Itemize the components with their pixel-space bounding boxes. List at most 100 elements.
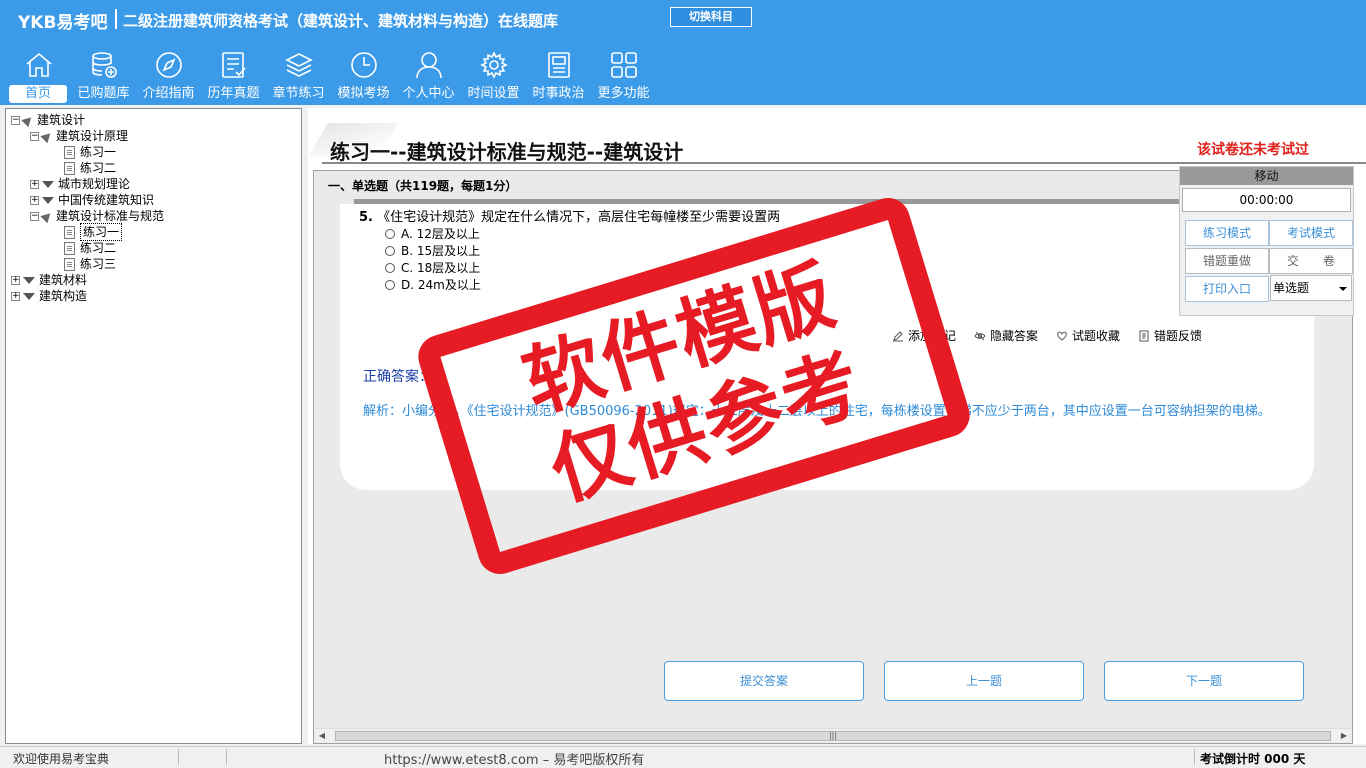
tree-leaf-exercise[interactable]: 练习三 bbox=[64, 256, 116, 272]
heart-icon bbox=[1057, 331, 1067, 341]
document-icon bbox=[64, 161, 75, 175]
tree-node-label: 建筑设计 bbox=[37, 113, 86, 127]
home-icon bbox=[25, 52, 52, 77]
brand-divider bbox=[115, 9, 117, 29]
scroll-right-icon[interactable]: ▶ bbox=[1337, 729, 1351, 743]
option-d[interactable]: D. 24m及以上 bbox=[385, 276, 481, 293]
document-icon bbox=[64, 241, 75, 255]
tree-node-label: 练习二 bbox=[80, 161, 117, 175]
panel-drag-handle[interactable]: 移动 bbox=[1180, 167, 1353, 185]
nav-more[interactable]: 更多功能 bbox=[591, 46, 656, 104]
nav-guide[interactable]: 介绍指南 bbox=[136, 46, 201, 104]
next-question-button[interactable]: 下一题 bbox=[1104, 661, 1304, 701]
practice-mode-button[interactable]: 练习模式 bbox=[1185, 220, 1269, 246]
nav-time-settings[interactable]: 时间设置 bbox=[461, 46, 526, 104]
copyright-text: https://www.etest8.com – 易考吧版权所有 bbox=[384, 753, 645, 768]
report-error-button[interactable]: 错题反馈 bbox=[1138, 327, 1202, 344]
hide-answer-button[interactable]: 隐藏答案 bbox=[974, 327, 1038, 344]
expand-icon[interactable]: + bbox=[30, 179, 39, 189]
collapsed-arrow-icon bbox=[23, 276, 35, 284]
status-divider bbox=[178, 749, 179, 765]
switch-subject-button[interactable]: 切换科目 bbox=[670, 7, 752, 27]
option-label: D. 24m及以上 bbox=[401, 278, 481, 292]
scroll-thumb[interactable]: ||| bbox=[335, 731, 1331, 741]
status-divider bbox=[1194, 749, 1195, 765]
nav-mock-exam[interactable]: 模拟考场 bbox=[331, 46, 396, 104]
tree-node-label: 练习一 bbox=[80, 223, 123, 241]
question-stem: 《住宅设计规范》规定在什么情况下，高层住宅每幢楼至少需要设置两 bbox=[377, 210, 781, 225]
collapse-icon[interactable]: − bbox=[11, 115, 20, 125]
tree-node-planning[interactable]: + 城市规划理论 bbox=[30, 176, 130, 192]
tree-leaf-exercise[interactable]: 练习二 bbox=[64, 160, 116, 176]
hand-in-button[interactable]: 交 卷 bbox=[1269, 248, 1353, 274]
radio-button[interactable] bbox=[385, 262, 395, 273]
question-number: 5. bbox=[359, 210, 373, 225]
collapse-icon[interactable]: − bbox=[30, 131, 39, 141]
tree-leaf-exercise-selected[interactable]: 练习一 bbox=[64, 223, 123, 241]
nav-purchased[interactable]: 已购题库 bbox=[71, 46, 136, 104]
expand-icon[interactable]: + bbox=[30, 195, 39, 205]
option-b[interactable]: B. 15层及以上 bbox=[385, 242, 480, 259]
tree-leaf-exercise[interactable]: 练习一 bbox=[64, 144, 116, 160]
tree-leaf-exercise[interactable]: 练习二 bbox=[64, 240, 116, 256]
tree-node-root[interactable]: − 建筑设计 bbox=[11, 112, 85, 128]
option-a[interactable]: A. 12层及以上 bbox=[385, 225, 480, 242]
exam-status-text: 该试卷还未考试过 bbox=[1197, 142, 1309, 158]
news-icon bbox=[547, 52, 570, 78]
nav-label: 时事政治 bbox=[532, 86, 585, 101]
nav-label: 模拟考场 bbox=[337, 86, 390, 101]
radio-button[interactable] bbox=[385, 228, 395, 239]
tree-node-label: 练习二 bbox=[80, 241, 117, 255]
brand-logo: YKB易考吧 bbox=[18, 13, 108, 33]
nav-home[interactable]: 首页 bbox=[6, 46, 71, 104]
tree-node-traditional[interactable]: + 中国传统建筑知识 bbox=[30, 192, 154, 208]
grid-icon bbox=[610, 52, 637, 78]
expanded-arrow-icon bbox=[40, 209, 54, 223]
option-label: C. 18层及以上 bbox=[401, 261, 481, 275]
expand-icon[interactable]: + bbox=[11, 291, 20, 301]
radio-button[interactable] bbox=[385, 245, 395, 256]
previous-question-button[interactable]: 上一题 bbox=[884, 661, 1084, 701]
nav-personal-center[interactable]: 个人中心 bbox=[396, 46, 461, 104]
tree-node-materials[interactable]: + 建筑材料 bbox=[11, 272, 87, 288]
tree-node-label: 城市规划理论 bbox=[58, 177, 131, 191]
layers-icon bbox=[284, 53, 313, 77]
document-icon bbox=[64, 257, 75, 271]
redo-wrong-button[interactable]: 错题重做 bbox=[1185, 248, 1269, 274]
exam-countdown: 考试倒计时 000 天 bbox=[1200, 752, 1306, 766]
tree-node-principles[interactable]: − 建筑设计原理 bbox=[30, 128, 128, 144]
collapse-icon[interactable]: − bbox=[30, 211, 39, 221]
expand-icon[interactable]: + bbox=[11, 275, 20, 285]
exam-mode-button[interactable]: 考试模式 bbox=[1269, 220, 1353, 246]
tree-node-label: 建筑材料 bbox=[39, 273, 88, 287]
tool-label: 试题收藏 bbox=[1072, 329, 1121, 343]
submit-answer-button[interactable]: 提交答案 bbox=[664, 661, 864, 701]
feedback-icon bbox=[1139, 330, 1149, 341]
print-entry-button[interactable]: 打印入口 bbox=[1185, 276, 1269, 302]
title-underline bbox=[322, 162, 1366, 164]
favorite-button[interactable]: 试题收藏 bbox=[1056, 327, 1120, 344]
radio-button[interactable] bbox=[385, 279, 395, 290]
horizontal-scrollbar[interactable]: ◀ ||| ▶ bbox=[315, 728, 1351, 742]
tree-node-construction[interactable]: + 建筑构造 bbox=[11, 288, 87, 304]
app-title: 二级注册建筑师资格考试（建筑设计、建筑材料与构造）在线题库 bbox=[123, 12, 559, 30]
welcome-text: 欢迎使用易考宝典 bbox=[13, 752, 110, 766]
option-label: A. 12层及以上 bbox=[401, 227, 480, 241]
tree-node-standards[interactable]: − 建筑设计标准与规范 bbox=[30, 208, 164, 224]
timer-display: 00:00:00 bbox=[1182, 188, 1351, 212]
nav-label: 首页 bbox=[9, 85, 67, 103]
scroll-left-icon[interactable]: ◀ bbox=[315, 729, 329, 743]
tree-node-label: 建筑构造 bbox=[39, 289, 88, 303]
tree-node-label: 建筑设计原理 bbox=[56, 129, 129, 143]
tree-node-label: 练习一 bbox=[80, 145, 117, 159]
question-type-select[interactable]: 单选题 bbox=[1270, 275, 1352, 301]
nav-past-papers[interactable]: 历年真题 bbox=[201, 46, 266, 104]
chapter-tree: − 建筑设计 − 建筑设计原理 练习一 练习二 + 城市规划理论 + 中国传统建… bbox=[5, 108, 302, 744]
nav-label: 个人中心 bbox=[402, 86, 455, 101]
nav-label: 更多功能 bbox=[597, 86, 650, 101]
nav-chapter-practice[interactable]: 章节练习 bbox=[266, 46, 331, 104]
nav-current-affairs[interactable]: 时事政治 bbox=[526, 46, 591, 104]
option-c[interactable]: C. 18层及以上 bbox=[385, 259, 480, 276]
checklist-icon bbox=[221, 52, 246, 78]
tool-label: 错题反馈 bbox=[1154, 329, 1203, 343]
